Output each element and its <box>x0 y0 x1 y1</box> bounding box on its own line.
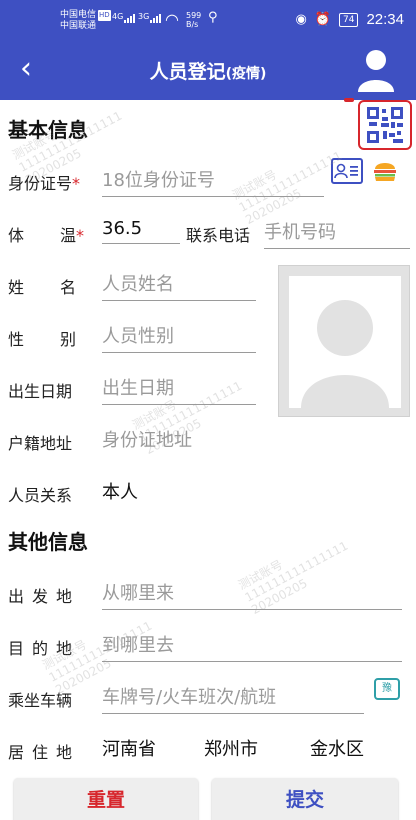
wifi-icon: ◠ <box>165 10 179 29</box>
net-speed-value: 599 <box>186 11 202 20</box>
user-profile-icon[interactable] <box>356 44 396 94</box>
temperature-label-b: 温 <box>60 226 77 245</box>
net-speed: 599 B/s <box>186 11 201 29</box>
residence-label-c: 地 <box>56 743 73 762</box>
gender-label-b: 别 <box>60 330 77 349</box>
residence-province-select[interactable]: 河南省 <box>102 735 156 765</box>
destination-label-a: 目 <box>8 639 25 658</box>
reset-button[interactable]: 重置 <box>14 778 198 820</box>
vehicle-label: 乘坐车辆 <box>8 691 73 710</box>
destination-label-c: 地 <box>56 639 73 658</box>
destination-input[interactable]: 到哪里去 <box>102 631 402 662</box>
relation-select[interactable]: 本人 <box>102 478 402 508</box>
usb-icon: ⚲ <box>208 10 218 25</box>
name-input[interactable]: 人员姓名 <box>102 270 256 301</box>
phone-label: 联系电话 <box>186 226 251 245</box>
carrier-2: 中国联通 <box>60 21 97 31</box>
clock: 22:34 <box>366 11 404 28</box>
signal-type-1: 4G <box>112 12 124 21</box>
status-right: ◉ ⏰ 74 22:34 <box>295 11 404 28</box>
residence-label-b: 住 <box>32 743 49 762</box>
temperature-input[interactable]: 36.5 <box>102 218 180 244</box>
departure-label: 出发地 <box>8 583 72 607</box>
vehicle-plate-scan-icon[interactable]: 豫 <box>374 678 400 700</box>
relation-label: 人员关系 <box>8 486 73 505</box>
person-silhouette-icon <box>289 276 401 408</box>
id-card-scan-icon[interactable] <box>331 158 363 184</box>
basic-info-title: 基本信息 <box>8 118 88 142</box>
destination-label: 目的地 <box>8 635 72 659</box>
page-title-main: 人员登记 <box>149 61 226 83</box>
required-mark: * <box>76 226 85 245</box>
phone-input[interactable]: 手机号码 <box>264 218 410 249</box>
vehicle-input[interactable]: 车牌号/火车班次/航班 <box>102 683 364 714</box>
page-title-suffix: (疫情) <box>225 66 267 82</box>
departure-label-a: 出 <box>8 587 25 606</box>
qr-code-scan-button[interactable] <box>358 100 412 150</box>
eye-icon: ◉ <box>295 12 307 27</box>
other-info-title: 其他信息 <box>8 530 88 554</box>
qr-code-icon <box>367 107 403 143</box>
signal-bars-1-icon <box>124 14 135 23</box>
temperature-label-a: 体 <box>8 226 25 245</box>
battery-indicator: 74 <box>339 12 359 27</box>
status-bar: 中国电信 HD 中国联通 4G 3G ◠ 599 B/s ⚲ ◉ ⏰ 74 22:… <box>0 0 416 40</box>
hd-badge: HD <box>98 10 111 21</box>
submit-button[interactable]: 提交 <box>212 778 398 820</box>
app-header: ‹ 人员登记(疫情) <box>0 40 416 100</box>
residence-label-a: 居 <box>8 743 25 762</box>
gender-input[interactable]: 人员性别 <box>102 322 256 353</box>
name-label-a: 姓 <box>8 278 25 297</box>
residence-city-select[interactable]: 郑州市 <box>204 735 258 765</box>
id-number-label-text: 身份证号 <box>8 174 73 193</box>
signal-bars-2-icon <box>150 14 161 23</box>
gender-label-a: 性 <box>8 330 25 349</box>
person-photo[interactable] <box>278 265 410 417</box>
id-number-input[interactable]: 18位身份证号 <box>102 166 324 197</box>
notification-dot <box>344 98 354 102</box>
departure-label-c: 地 <box>56 587 73 606</box>
carrier-info: 中国电信 HD 中国联通 <box>60 10 111 32</box>
name-label-b: 名 <box>60 278 77 297</box>
signal-type-2: 3G <box>138 12 150 21</box>
birth-date-input[interactable]: 出生日期 <box>102 374 256 405</box>
alarm-icon: ⏰ <box>314 12 331 27</box>
net-speed-unit: B/s <box>186 20 199 29</box>
page-title: 人员登记(疫情) <box>0 57 416 84</box>
destination-label-b: 的 <box>32 639 49 658</box>
id-number-label: 身份证号* <box>8 170 80 194</box>
residence-district-select[interactable]: 金水区 <box>310 735 364 765</box>
temperature-label: 体 温* <box>8 222 84 246</box>
gender-label: 性别 <box>8 326 76 350</box>
residence-label: 居住地 <box>8 739 72 763</box>
card-reader-icon[interactable] <box>372 158 398 184</box>
name-label: 姓名 <box>8 274 76 298</box>
household-address-label: 户籍地址 <box>8 434 73 453</box>
carrier-1: 中国电信 <box>60 10 97 20</box>
departure-input[interactable]: 从哪里来 <box>102 579 402 610</box>
birth-date-label: 出生日期 <box>8 382 73 401</box>
departure-label-b: 发 <box>32 587 49 606</box>
household-address-input[interactable]: 身份证地址 <box>102 426 402 456</box>
required-mark: * <box>72 174 81 193</box>
